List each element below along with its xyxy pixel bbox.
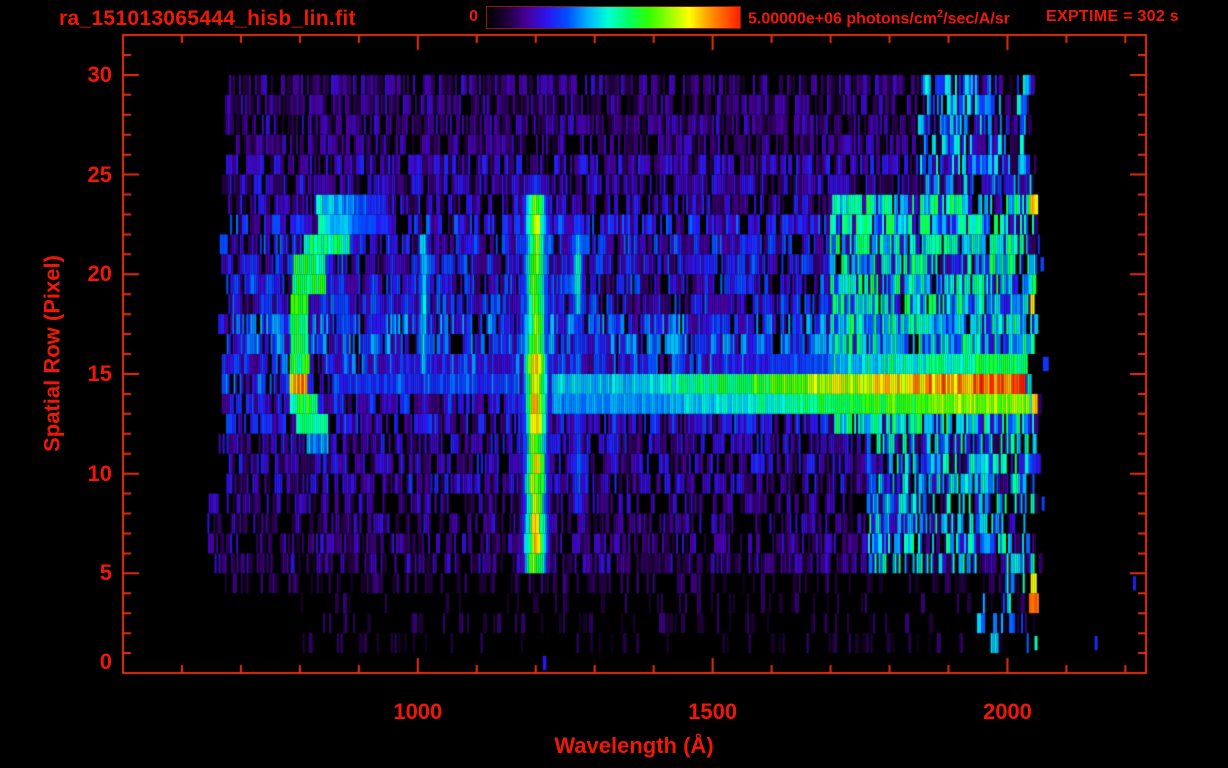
x-tick-label: 1000 (393, 699, 443, 724)
exptime-label: EXPTIME = 302 s (1046, 8, 1180, 25)
spectrogram-viewer: { "header": { "title": "ra_151013065444_… (0, 0, 1228, 768)
y-tick-label: 15 (87, 360, 112, 386)
y-tick-label: 20 (87, 261, 112, 287)
file-title: ra_151013065444_hisb_lin.fit (59, 7, 356, 30)
x-tick-label: 2000 (982, 699, 1032, 724)
x-axis-label: Wavelength (Å) (554, 733, 714, 758)
y-tick-label: 10 (87, 460, 112, 486)
y-tick-label: 0 (99, 649, 112, 674)
spectrum-heatmap-canvas (0, 0, 1228, 768)
y-tick-label: 25 (87, 161, 112, 187)
y-tick-label: 30 (87, 61, 112, 87)
x-tick-label: 1500 (688, 699, 738, 724)
colorbar-max-units: /sec/A/sr (943, 10, 1010, 28)
colorbar-gradient (486, 6, 741, 29)
y-axis-label: Spatial Row (Pixel) (39, 255, 65, 452)
colorbar-max-value: 5.00000e+06 photons/cm (748, 10, 937, 28)
y-tick-label: 5 (99, 560, 112, 586)
colorbar-min-label: 0 (469, 8, 478, 25)
colorbar-max-label: 5.00000e+06 photons/cm2/sec/A/sr (748, 8, 1010, 28)
